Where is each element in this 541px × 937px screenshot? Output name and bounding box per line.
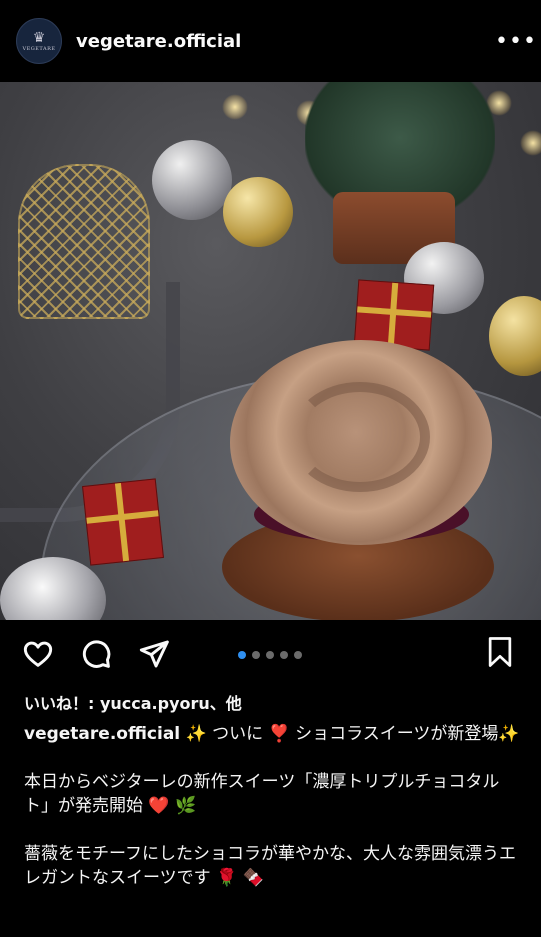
- comment-icon[interactable]: [78, 636, 114, 672]
- fairy-light: [520, 130, 541, 156]
- carousel-dot: [252, 651, 260, 659]
- likes-text[interactable]: いいね！: yucca.pyoru、他: [24, 690, 242, 714]
- caption-line-1: ✨ ついに ❣️ ショコラスイーツが新登場✨: [180, 724, 520, 744]
- caption-first-paragraph: vegetare.official ✨ ついに ❣️ ショコラスイーツが新登場✨: [24, 722, 524, 746]
- gold-ornament: [223, 177, 293, 247]
- gold-ornament: [489, 296, 541, 376]
- post-username[interactable]: vegetare.official: [76, 31, 495, 52]
- post-caption: vegetare.official ✨ ついに ❣️ ショコラスイーツが新登場✨…: [24, 722, 524, 890]
- fairy-light: [222, 94, 248, 120]
- carousel-dot: [294, 651, 302, 659]
- bookmark-icon[interactable]: [485, 636, 521, 672]
- heart-icon[interactable]: [20, 636, 56, 672]
- carousel-dot: [266, 651, 274, 659]
- post-image[interactable]: [0, 82, 541, 620]
- cream-swirl: [290, 382, 430, 492]
- crest-icon: ♛: [32, 29, 46, 46]
- avatar-logo-text: VEGETARE: [22, 45, 56, 52]
- send-icon[interactable]: [136, 636, 172, 672]
- caption-paragraph-2: 本日からベジターレの新作スイーツ「濃厚トリプルチョコタルト」が発売開始 ❤️ 🌿: [24, 772, 500, 816]
- carousel-dot-active: [238, 651, 246, 659]
- caption-paragraph-3: 薔薇をモチーフにしたショコラが華やかな、大人な雰囲気漂うエレガントなスイーツです…: [24, 844, 516, 888]
- carousel-indicator: [238, 651, 302, 659]
- profile-avatar[interactable]: ♛ VEGETARE: [16, 18, 62, 64]
- caption-username[interactable]: vegetare.official: [24, 724, 180, 744]
- carousel-dot: [280, 651, 288, 659]
- gift-box: [82, 478, 164, 566]
- post-header: ♛ VEGETARE vegetare.official •••: [0, 0, 541, 82]
- silver-ornament: [152, 140, 232, 220]
- more-icon[interactable]: •••: [495, 29, 536, 54]
